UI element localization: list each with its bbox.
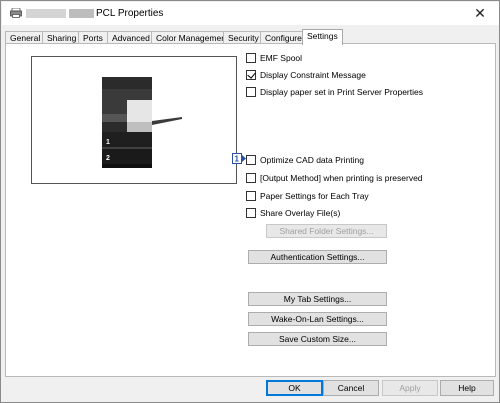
option-optimize-cad[interactable]: Optimize CAD data Printing [246,154,364,166]
printer-illustration: 1 2 [102,77,182,168]
option-label: Paper Settings for Each Tray [260,191,369,201]
printer-icon [10,8,22,18]
option-label: EMF Spool [260,53,303,63]
checkbox[interactable] [246,70,256,80]
info-badge-label: 1 [235,155,240,164]
redacted-title-part [69,9,94,18]
checkbox[interactable] [246,87,256,97]
option-display-paper-set[interactable]: Display paper set in Print Server Proper… [246,86,423,98]
checkbox[interactable] [246,53,256,63]
tray-2-label: 2 [106,155,110,162]
checkbox[interactable] [246,191,256,201]
cancel-button[interactable]: Cancel [323,380,379,396]
tray-1-label: 1 [106,139,110,146]
option-paper-settings-each-tray[interactable]: Paper Settings for Each Tray [246,190,369,202]
option-label: [Output Method] when printing is preserv… [260,173,423,183]
tab-settings[interactable]: Settings [302,29,343,45]
shared-folder-settings-button[interactable]: Shared Folder Settings... [266,224,387,238]
option-label: Optimize CAD data Printing [260,155,364,165]
close-icon[interactable]: ✕ [471,5,489,21]
authentication-settings-button[interactable]: Authentication Settings... [248,250,387,264]
properties-window: PCL Properties ✕ General Sharing Ports A… [0,0,500,403]
ok-button[interactable]: OK [266,380,323,396]
checkbox[interactable] [246,173,256,183]
printer-preview: 1 2 [31,56,237,184]
option-emf-spool[interactable]: EMF Spool [246,52,302,64]
my-tab-settings-button[interactable]: My Tab Settings... [248,292,387,306]
redacted-title-part [26,9,66,18]
window-title: PCL Properties [96,8,164,19]
help-button[interactable]: Help [440,380,494,396]
wake-on-lan-settings-button[interactable]: Wake-On-Lan Settings... [248,312,387,326]
option-label: Display Constraint Message [260,70,366,80]
checkbox[interactable] [246,208,256,218]
option-share-overlay-files[interactable]: Share Overlay File(s) [246,207,340,219]
info-badge-icon: 1 [232,153,246,164]
checkbox[interactable] [246,155,256,165]
option-label: Display paper set in Print Server Proper… [260,87,423,97]
save-custom-size-button[interactable]: Save Custom Size... [248,332,387,346]
option-output-method-preserved[interactable]: [Output Method] when printing is preserv… [246,172,423,184]
apply-button[interactable]: Apply [382,380,438,396]
title-bar: PCL Properties ✕ [2,2,499,25]
option-display-constraint-message[interactable]: Display Constraint Message [246,69,366,81]
settings-panel: 1 2 EMF Spool Display Constraint Message… [5,43,496,377]
option-label: Share Overlay File(s) [260,208,341,218]
